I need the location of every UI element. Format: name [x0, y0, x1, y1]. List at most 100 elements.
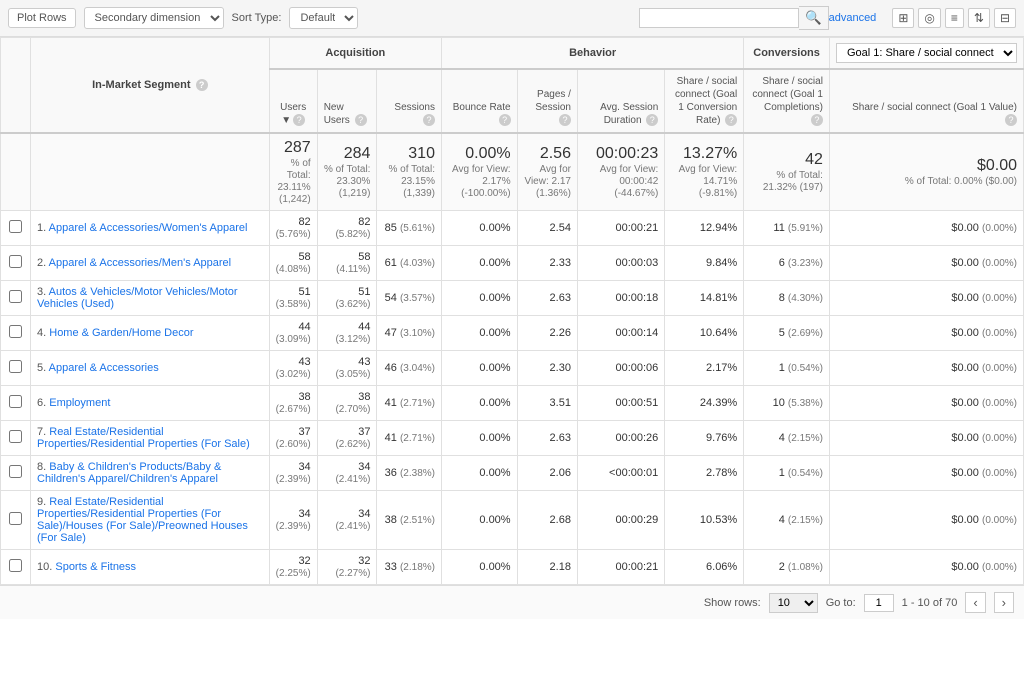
segment-link[interactable]: Apparel & Accessories/Women's Apparel	[49, 222, 248, 234]
grid-view-button[interactable]: ⊞	[892, 8, 914, 28]
avg-session-cell: 00:00:21	[577, 550, 664, 585]
segment-link[interactable]: Apparel & Accessories	[49, 362, 159, 374]
row-checkbox[interactable]	[9, 465, 22, 478]
pages-session-cell: 2.33	[517, 246, 577, 281]
advanced-link[interactable]: advanced	[829, 12, 877, 24]
sessions-cell: 41 (2.71%)	[377, 421, 442, 456]
completions-cell: 8 (4.30%)	[744, 281, 830, 316]
segment-link[interactable]: Sports & Fitness	[55, 561, 136, 573]
pie-view-button[interactable]: ◎	[918, 8, 940, 28]
pages-session-cell: 2.63	[517, 421, 577, 456]
conversion-rate-col-header: Share / social connect (Goal 1 Conversio…	[665, 69, 744, 133]
show-rows-select[interactable]: 10 25 50 100	[769, 593, 818, 613]
table-row: 2. Apparel & Accessories/Men's Apparel 5…	[1, 246, 1024, 281]
search-input[interactable]	[639, 8, 799, 28]
goal-select-header: Goal 1: Share / social connect	[829, 38, 1023, 70]
list-view-button[interactable]: ≡	[945, 8, 964, 28]
goal-value-cell: $0.00 (0.00%)	[829, 316, 1023, 351]
row-number: 7.	[37, 426, 46, 438]
row-checkbox[interactable]	[9, 220, 22, 233]
segment-link[interactable]: Autos & Vehicles/Motor Vehicles/Motor Ve…	[37, 286, 238, 310]
completions-help-icon[interactable]: ?	[811, 114, 823, 126]
table-row: 4. Home & Garden/Home Decor 44 (3.09%) 4…	[1, 316, 1024, 351]
pages-session-cell: 3.51	[517, 386, 577, 421]
users-cell: 34 (2.39%)	[269, 456, 317, 491]
row-checkbox[interactable]	[9, 290, 22, 303]
avg-session-cell: 00:00:14	[577, 316, 664, 351]
pages-session-help-icon[interactable]: ?	[559, 114, 571, 126]
segment-link[interactable]: Baby & Children's Products/Baby & Childr…	[37, 461, 221, 485]
bounce-rate-cell: 0.00%	[441, 386, 517, 421]
data-table: In-Market Segment ? Acquisition Behavior…	[0, 37, 1024, 585]
segment-link[interactable]: Apparel & Accessories/Men's Apparel	[49, 257, 231, 269]
new-users-cell: 38 (2.70%)	[317, 386, 377, 421]
row-checkbox[interactable]	[9, 430, 22, 443]
conversion-rate-cell: 9.76%	[665, 421, 744, 456]
goal-select[interactable]: Goal 1: Share / social connect	[836, 43, 1017, 63]
totals-row: 287 % of Total: 23.11% (1,242) 284 % of …	[1, 133, 1024, 211]
goal-value-help-icon[interactable]: ?	[1005, 114, 1017, 126]
completions-cell: 1 (0.54%)	[744, 456, 830, 491]
row-number: 10.	[37, 561, 52, 573]
bounce-rate-cell: 0.00%	[441, 246, 517, 281]
avg-session-cell: <00:00:01	[577, 456, 664, 491]
go-to-label: Go to:	[826, 597, 856, 609]
search-button[interactable]: 🔍	[799, 6, 829, 30]
users-help-icon[interactable]: ?	[293, 114, 305, 126]
table-row: 1. Apparel & Accessories/Women's Apparel…	[1, 211, 1024, 246]
new-users-col-header: New Users ?	[317, 69, 377, 133]
conversion-rate-cell: 9.84%	[665, 246, 744, 281]
row-number: 9.	[37, 496, 46, 508]
conversion-rate-cell: 2.17%	[665, 351, 744, 386]
prev-page-button[interactable]: ‹	[965, 592, 985, 613]
new-users-cell: 34 (2.41%)	[317, 456, 377, 491]
new-users-cell: 32 (2.27%)	[317, 550, 377, 585]
conv-rate-help-icon[interactable]: ?	[725, 114, 737, 126]
avg-session-cell: 00:00:29	[577, 491, 664, 550]
row-checkbox[interactable]	[9, 255, 22, 268]
users-cell: 34 (2.39%)	[269, 491, 317, 550]
data-table-container: In-Market Segment ? Acquisition Behavior…	[0, 37, 1024, 585]
row-number: 1.	[37, 222, 46, 234]
segment-link[interactable]: Employment	[49, 397, 110, 409]
avg-session-cell: 00:00:26	[577, 421, 664, 456]
segment-link[interactable]: Home & Garden/Home Decor	[49, 327, 193, 339]
row-checkbox[interactable]	[9, 395, 22, 408]
completions-cell: 10 (5.38%)	[744, 386, 830, 421]
bounce-rate-help-icon[interactable]: ?	[499, 114, 511, 126]
sessions-cell: 33 (2.18%)	[377, 550, 442, 585]
sort-type-select[interactable]: Default	[289, 7, 358, 29]
goal-value-cell: $0.00 (0.00%)	[829, 456, 1023, 491]
conversion-rate-cell: 10.64%	[665, 316, 744, 351]
row-checkbox[interactable]	[9, 512, 22, 525]
new-users-help-icon[interactable]: ?	[355, 114, 367, 126]
row-checkbox[interactable]	[9, 360, 22, 373]
table-row: 6. Employment 38 (2.67%) 38 (2.70%) 41 (…	[1, 386, 1024, 421]
row-number: 5.	[37, 362, 46, 374]
go-to-input[interactable]	[864, 594, 894, 612]
goal-value-cell: $0.00 (0.00%)	[829, 211, 1023, 246]
row-checkbox[interactable]	[9, 325, 22, 338]
completions-col-header: Share / social connect (Goal 1 Completio…	[744, 69, 830, 133]
avg-session-help-icon[interactable]: ?	[646, 114, 658, 126]
row-checkbox[interactable]	[9, 559, 22, 572]
conversion-rate-cell: 24.39%	[665, 386, 744, 421]
pivot-view-button[interactable]: ⊟	[994, 8, 1016, 28]
plot-rows-button[interactable]: Plot Rows	[8, 8, 76, 28]
view-toggle-buttons: ⊞ ◎ ≡ ⇅ ⊟	[892, 8, 1016, 28]
goal-value-cell: $0.00 (0.00%)	[829, 246, 1023, 281]
secondary-dimension-select[interactable]: Secondary dimension	[84, 7, 224, 29]
sessions-cell: 85 (5.61%)	[377, 211, 442, 246]
sessions-cell: 46 (3.04%)	[377, 351, 442, 386]
next-page-button[interactable]: ›	[994, 592, 1014, 613]
pages-session-cell: 2.30	[517, 351, 577, 386]
avg-session-cell: 00:00:51	[577, 386, 664, 421]
segment-link[interactable]: Real Estate/Residential Properties/Resid…	[37, 426, 250, 450]
users-cell: 37 (2.60%)	[269, 421, 317, 456]
segment-link[interactable]: Real Estate/Residential Properties/Resid…	[37, 496, 248, 544]
sessions-help-icon[interactable]: ?	[423, 114, 435, 126]
bounce-rate-cell: 0.00%	[441, 211, 517, 246]
segment-help-icon[interactable]: ?	[196, 79, 208, 91]
compare-view-button[interactable]: ⇅	[968, 8, 990, 28]
footer-bar: Show rows: 10 25 50 100 Go to: 1 - 10 of…	[0, 585, 1024, 619]
